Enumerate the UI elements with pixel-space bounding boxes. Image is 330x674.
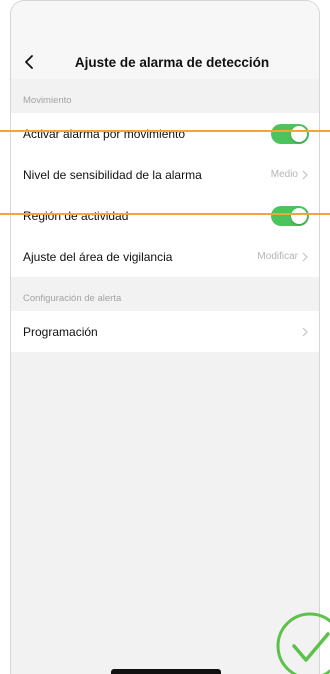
row-value-group: Medio	[271, 169, 309, 180]
sensitivity-value: Medio	[270, 169, 298, 180]
chevron-right-icon	[302, 170, 308, 179]
chevron-left-icon	[25, 55, 33, 69]
motion-alarm-toggle[interactable]	[271, 123, 309, 144]
status-bar	[11, 1, 319, 45]
chevron-right-icon	[302, 327, 308, 336]
row-value-group: Modificar	[257, 251, 309, 262]
row-activity-region[interactable]: Región de actividad	[11, 195, 319, 236]
row-label: Región de actividad	[23, 208, 129, 223]
page-title: Ajuste de alarma de detección	[74, 54, 270, 70]
back-button[interactable]	[17, 50, 41, 74]
guide-line	[0, 130, 330, 132]
row-schedule[interactable]: Programación	[11, 311, 319, 352]
activity-region-toggle[interactable]	[271, 205, 309, 226]
toggle-knob	[291, 125, 307, 142]
navigation-bar: Ajuste de alarma de detección	[11, 45, 319, 79]
row-motion-alarm[interactable]: Activar alarma por movimiento	[11, 113, 319, 154]
row-surveillance-area[interactable]: Ajuste del área de vigilancia Modificar	[11, 236, 319, 277]
section-label-alert: Configuración de alerta	[23, 293, 122, 304]
guide-line	[0, 213, 330, 215]
settings-group-alert: Programación	[11, 311, 319, 352]
home-indicator	[111, 669, 221, 674]
settings-group-movement: Activar alarma por movimiento Nivel de s…	[11, 113, 319, 277]
row-label: Activar alarma por movimiento	[23, 126, 186, 141]
surveillance-area-value: Modificar	[257, 251, 298, 262]
row-label: Nivel de sensibilidad de la alarma	[23, 167, 202, 182]
row-label: Programación	[23, 324, 98, 339]
app-screen: Ajuste de alarma de detección Movimiento…	[10, 0, 320, 674]
phone-frame: Ajuste de alarma de detección Movimiento…	[0, 0, 330, 674]
chevron-right-icon	[302, 252, 308, 261]
row-sensitivity[interactable]: Nivel de sensibilidad de la alarma Medio	[11, 154, 319, 195]
settings-content: Movimiento Activar alarma por movimiento…	[11, 79, 319, 352]
section-label-movement: Movimiento	[23, 95, 72, 106]
row-label: Ajuste del área de vigilancia	[23, 249, 173, 264]
checkmark-circle-icon	[276, 612, 330, 674]
toggle-knob	[291, 207, 307, 224]
